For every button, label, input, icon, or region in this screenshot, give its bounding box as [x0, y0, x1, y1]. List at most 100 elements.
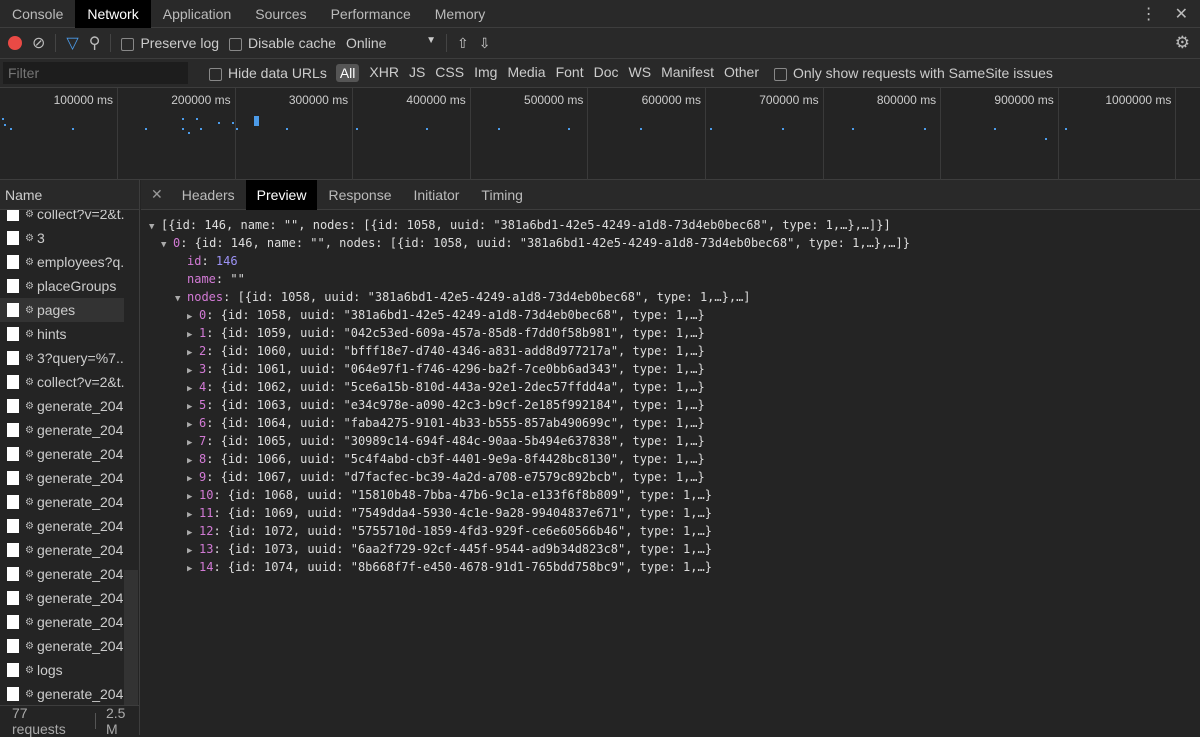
request-name: 3?query=%7...: [36, 350, 124, 366]
preserve-log-checkbox[interactable]: Preserve log: [121, 35, 219, 51]
node-item[interactable]: ▶ 4: {id: 1062, uuid: "5ce6a15b-810d-443a…: [141, 378, 1200, 396]
request-row[interactable]: ⚙ generate_204: [0, 562, 124, 586]
tab-memory[interactable]: Memory: [423, 0, 498, 28]
export-har-icon[interactable]: ⇩: [479, 35, 491, 52]
fetch-gear-icon: ⚙: [25, 496, 34, 508]
node-item[interactable]: ▶ 11: {id: 1069, uuid: "7549dda4-5930-4c1…: [141, 504, 1200, 522]
hide-data-urls-checkbox[interactable]: Hide data URLs: [209, 65, 327, 81]
request-row[interactable]: ⚙ placeGroups: [0, 274, 124, 298]
fetch-gear-icon: ⚙: [25, 304, 34, 316]
request-mark: [182, 128, 184, 130]
clear-icon[interactable]: ⊘: [32, 33, 45, 53]
request-row[interactable]: ⚙ pages: [0, 298, 124, 322]
tab-initiator[interactable]: Initiator: [403, 180, 471, 210]
record-button[interactable]: [8, 36, 22, 50]
tab-timing[interactable]: Timing: [470, 180, 534, 210]
settings-icon[interactable]: ⚙: [1175, 33, 1190, 53]
filter-media[interactable]: Media: [507, 64, 545, 82]
request-row[interactable]: ⚙ generate_204: [0, 682, 124, 702]
node-item[interactable]: ▶ 3: {id: 1061, uuid: "064e97f1-f746-4296…: [141, 360, 1200, 378]
request-name: 3: [36, 230, 45, 246]
request-name: generate_204: [36, 446, 124, 462]
fetch-gear-icon: ⚙: [25, 400, 34, 412]
tab-preview[interactable]: Preview: [245, 179, 318, 210]
close-icon[interactable]: ✕: [1175, 4, 1188, 24]
fetch-gear-icon: ⚙: [25, 232, 34, 244]
prop-id: id: 146: [187, 254, 238, 268]
request-row[interactable]: ⚙ generate_204: [0, 442, 124, 466]
request-row[interactable]: ⚙ employees?q...: [0, 250, 124, 274]
node-item[interactable]: ▶ 6: {id: 1064, uuid: "faba4275-9101-4b33…: [141, 414, 1200, 432]
request-row[interactable]: ⚙ 3?query=%7...: [0, 346, 124, 370]
request-row[interactable]: ⚙ collect?v=2&t...: [0, 210, 124, 226]
node-item[interactable]: ▶ 10: {id: 1068, uuid: "15810b48-7bba-47b…: [141, 486, 1200, 504]
filter-js[interactable]: JS: [409, 64, 425, 82]
request-row[interactable]: ⚙ logs: [0, 658, 124, 682]
search-icon[interactable]: ⚲: [89, 33, 101, 53]
filter-xhr[interactable]: XHR: [369, 64, 399, 82]
request-row[interactable]: ⚙ generate_204: [0, 394, 124, 418]
node-item[interactable]: ▶ 7: {id: 1065, uuid: "30989c14-694f-484c…: [141, 432, 1200, 450]
request-type-icon: [7, 210, 19, 221]
more-menu-icon[interactable]: ⋮: [1141, 4, 1157, 24]
filter-other[interactable]: Other: [724, 64, 759, 82]
root-array[interactable]: ▼ [{id: 146, name: "", nodes: [{id: 1058,…: [141, 216, 1200, 234]
filter-ws[interactable]: WS: [629, 64, 652, 82]
request-count: 77 requests: [12, 704, 66, 737]
request-type-icon: [7, 399, 19, 413]
disable-cache-checkbox[interactable]: Disable cache: [229, 35, 336, 51]
tab-console[interactable]: Console: [0, 0, 75, 28]
filter-input[interactable]: [3, 62, 188, 84]
request-type-icon: [7, 591, 19, 605]
request-row[interactable]: ⚙ generate_204: [0, 634, 124, 658]
request-row[interactable]: ⚙ hints: [0, 322, 124, 346]
request-type-icon: [7, 279, 19, 293]
name-column-header[interactable]: Name: [0, 180, 139, 210]
filter-manifest[interactable]: Manifest: [661, 64, 714, 82]
filter-font[interactable]: Font: [556, 64, 584, 82]
prop-nodes[interactable]: ▼ nodes: [{id: 1058, uuid: "381a6bd1-42e5…: [141, 288, 1200, 306]
request-row[interactable]: ⚙ generate_204: [0, 610, 124, 634]
node-item[interactable]: ▶ 9: {id: 1067, uuid: "d7facfec-bc39-4a2d…: [141, 468, 1200, 486]
request-type-icon: [7, 567, 19, 581]
request-row[interactable]: ⚙ collect?v=2&t...: [0, 370, 124, 394]
filter-img[interactable]: Img: [474, 64, 497, 82]
request-row[interactable]: ⚙ generate_204: [0, 490, 124, 514]
filter-css[interactable]: CSS: [435, 64, 464, 82]
request-row[interactable]: ⚙ generate_204: [0, 538, 124, 562]
node-item[interactable]: ▶ 1: {id: 1059, uuid: "042c53ed-609a-457a…: [141, 324, 1200, 342]
tab-sources[interactable]: Sources: [243, 0, 318, 28]
throttle-select[interactable]: Online ▼: [346, 35, 436, 51]
request-row[interactable]: ⚙ generate_204: [0, 514, 124, 538]
close-details-icon[interactable]: ✕: [141, 186, 171, 203]
node-summary: {id: 1064, uuid: "faba4275-9101-4b33-b55…: [220, 416, 705, 430]
tab-network[interactable]: Network: [75, 0, 151, 28]
node-item[interactable]: ▶ 8: {id: 1066, uuid: "5c4f4abd-cb3f-4401…: [141, 450, 1200, 468]
node-item[interactable]: ▶ 14: {id: 1074, uuid: "8b668f7f-e450-467…: [141, 558, 1200, 576]
import-har-icon[interactable]: ⇧: [457, 35, 469, 52]
node-summary: {id: 1069, uuid: "7549dda4-5930-4c1e-9a2…: [227, 506, 712, 520]
node-item[interactable]: ▶ 5: {id: 1063, uuid: "e34c978e-a090-42c3…: [141, 396, 1200, 414]
network-overview-timeline[interactable]: 100000 ms 200000 ms 300000 ms 400000 ms 5000…: [0, 88, 1200, 180]
filter-doc[interactable]: Doc: [594, 64, 619, 82]
node-item[interactable]: ▶ 0: {id: 1058, uuid: "381a6bd1-42e5-4249…: [141, 306, 1200, 324]
node-summary: {id: 1058, uuid: "381a6bd1-42e5-4249-a1d…: [220, 308, 705, 322]
filter-all[interactable]: All: [335, 64, 360, 82]
request-row[interactable]: ⚙ generate_204: [0, 418, 124, 442]
scrollbar[interactable]: [124, 570, 138, 705]
filter-icon[interactable]: ▽: [66, 33, 78, 53]
request-mark: [236, 128, 238, 130]
timeline-tick: 500000 ms: [470, 88, 589, 180]
item-0[interactable]: ▼ 0: {id: 146, name: "", nodes: [{id: 105…: [141, 234, 1200, 252]
tab-application[interactable]: Application: [151, 0, 244, 28]
request-row[interactable]: ⚙ 3: [0, 226, 124, 250]
request-row[interactable]: ⚙ generate_204: [0, 586, 124, 610]
request-row[interactable]: ⚙ generate_204: [0, 466, 124, 490]
tab-headers[interactable]: Headers: [171, 180, 246, 210]
tab-response[interactable]: Response: [317, 180, 402, 210]
tab-performance[interactable]: Performance: [319, 0, 423, 28]
node-item[interactable]: ▶ 13: {id: 1073, uuid: "6aa2f729-92cf-445…: [141, 540, 1200, 558]
samesite-checkbox[interactable]: Only show requests with SameSite issues: [774, 65, 1053, 81]
node-item[interactable]: ▶ 2: {id: 1060, uuid: "bfff18e7-d740-4346…: [141, 342, 1200, 360]
node-item[interactable]: ▶ 12: {id: 1072, uuid: "5755710d-1859-4fd…: [141, 522, 1200, 540]
